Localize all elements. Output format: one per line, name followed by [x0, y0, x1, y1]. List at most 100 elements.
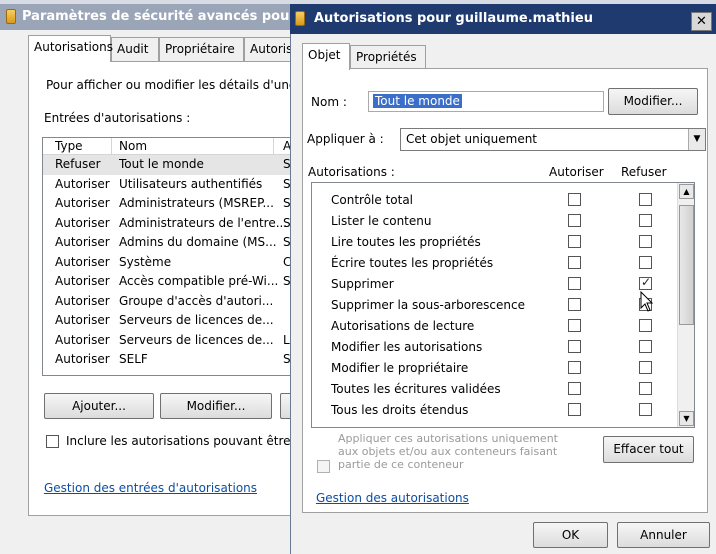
table-row[interactable]: Autoriser Accès compatible pré-Wi... S [43, 272, 320, 292]
deny-checkbox[interactable] [639, 319, 652, 332]
permission-label: Lire toutes les propriétés [331, 235, 481, 249]
permissions-dialog-titlebar[interactable]: Autorisations pour guillaume.mathieu ✕ [290, 4, 716, 34]
table-row[interactable]: Autoriser Utilisateurs authentifiés S [43, 175, 320, 195]
row-type: Autoriser [55, 274, 110, 288]
deny-checkbox[interactable] [639, 382, 652, 395]
row-type: Autoriser [55, 196, 110, 210]
advanced-security-title: Paramètres de sécurité avancés pour [22, 9, 296, 24]
tab-objet[interactable]: Objet [302, 43, 350, 70]
ok-button[interactable]: OK [533, 522, 608, 548]
tab-audit[interactable]: Audit [111, 37, 159, 61]
name-value: Tout le monde [373, 94, 462, 108]
entries-label: Entrées d'autorisations : [44, 111, 191, 125]
allow-checkbox[interactable] [568, 298, 581, 311]
allow-checkbox[interactable] [568, 193, 581, 206]
permission-label: Tous les droits étendus [331, 403, 469, 417]
row-type: Autoriser [55, 313, 110, 327]
table-row[interactable]: Autoriser Système C [43, 253, 320, 273]
folder-lock-icon [6, 9, 16, 24]
advanced-security-titlebar[interactable]: Paramètres de sécurité avancés pour [0, 4, 300, 30]
apply-only-checkbox[interactable] [317, 460, 330, 473]
permission-entries-list[interactable]: Type Nom A Refuser Tout le monde S Autorise… [42, 137, 320, 376]
allow-checkbox[interactable] [568, 256, 581, 269]
deny-checkbox[interactable] [639, 214, 652, 227]
column-name[interactable]: Nom [119, 139, 147, 153]
tab-proprietaire[interactable]: Propriétaire [159, 37, 244, 61]
row-name: Tout le monde [119, 157, 204, 171]
allow-checkbox[interactable] [568, 214, 581, 227]
permissions-list[interactable]: Contrôle total Lister le contenu Lire tout… [311, 182, 695, 428]
allow-checkbox[interactable] [568, 340, 581, 353]
table-row[interactable]: Autoriser Admins du domaine (MS... S [43, 233, 320, 253]
permission-row: Toutes les écritures validées [312, 378, 678, 399]
apply-to-select[interactable]: Cet objet uniquement ▼ [400, 128, 706, 151]
row-name: Groupe d'accès d'autori... [119, 293, 274, 308]
allow-checkbox[interactable] [568, 403, 581, 416]
row-type: Autoriser [55, 332, 110, 347]
permission-row: Supprimer [312, 273, 678, 294]
close-button[interactable]: ✕ [691, 12, 712, 31]
row-name: Système [119, 254, 172, 269]
permission-label: Lister le contenu [331, 214, 432, 228]
modify-entry-button[interactable]: Modifier... [160, 393, 272, 419]
allow-checkbox[interactable] [568, 319, 581, 332]
allow-checkbox[interactable] [568, 235, 581, 248]
table-row[interactable]: Autoriser Serveurs de licences de... [43, 311, 320, 331]
chevron-down-icon[interactable]: ▼ [688, 129, 705, 150]
row-name: Accès compatible pré-Wi... [119, 274, 279, 288]
apply-only-label: Appliquer ces autorisations uniquement a… [338, 432, 558, 471]
column-type[interactable]: Type [55, 139, 83, 153]
apply-only-line-2: aux objets et/ou aux conteneurs faisant [338, 445, 558, 458]
deny-checkbox[interactable] [639, 275, 652, 290]
modify-name-button[interactable]: Modifier... [608, 88, 698, 115]
allow-checkbox[interactable] [568, 361, 581, 374]
add-entry-button[interactable]: Ajouter... [44, 393, 154, 419]
tab-proprietes[interactable]: Propriétés [350, 45, 426, 69]
allow-checkbox[interactable] [568, 382, 581, 395]
table-row[interactable]: Autoriser Administrateurs (MSREP... S [43, 194, 320, 214]
deny-checkbox[interactable] [639, 235, 652, 248]
apply-to-value: Cet objet uniquement [406, 132, 538, 146]
tab-autorisations[interactable]: Autorisations [28, 35, 113, 62]
permission-row: Modifier les autorisations [312, 336, 678, 357]
name-field[interactable]: Tout le monde [368, 91, 604, 112]
scroll-thumb[interactable] [679, 205, 694, 325]
cancel-button[interactable]: Annuler [617, 522, 710, 548]
scroll-down-icon[interactable]: ▼ [679, 411, 694, 426]
row-type: Autoriser [55, 352, 110, 366]
permission-row: Écrire toutes les propriétés [312, 252, 678, 273]
row-name: Admins du domaine (MS... [119, 235, 277, 249]
deny-checkbox[interactable] [639, 403, 652, 416]
permission-label: Modifier les autorisations [331, 340, 483, 354]
row-name: Utilisateurs authentifiés [119, 176, 263, 191]
table-row[interactable]: Autoriser Serveurs de licences de... L [43, 331, 320, 351]
deny-checkbox[interactable] [639, 256, 652, 269]
include-inheritable-checkbox[interactable] [46, 435, 59, 448]
allow-checkbox[interactable] [568, 277, 581, 290]
allow-column-header: Autoriser [549, 165, 604, 179]
permission-row: Tous les droits étendus [312, 399, 678, 420]
permission-label: Modifier le propriétaire [331, 361, 469, 375]
permission-label: Contrôle total [331, 193, 414, 207]
permission-row: Modifier le propriétaire [312, 357, 678, 378]
row-name: Administrateurs de l'entre... [119, 215, 288, 230]
permission-label: Écrire toutes les propriétés [331, 256, 494, 270]
table-row[interactable]: Refuser Tout le monde S [43, 155, 320, 175]
row-name: Administrateurs (MSREP... [119, 196, 274, 210]
table-row[interactable]: Autoriser Groupe d'accès d'autori... [43, 292, 320, 312]
permission-label: Supprimer la sous-arborescence [331, 298, 525, 312]
deny-checkbox[interactable] [639, 361, 652, 374]
manage-permissions-link[interactable]: Gestion des autorisations [316, 491, 469, 505]
apply-to-label: Appliquer à : [307, 132, 384, 146]
deny-checkbox[interactable] [639, 340, 652, 353]
entries-rows: Refuser Tout le monde S Autoriser Utilisateu… [43, 155, 320, 370]
folder-lock-icon [295, 11, 305, 26]
table-row[interactable]: Autoriser SELF S [43, 350, 320, 370]
clear-all-button[interactable]: Effacer tout [603, 436, 694, 463]
manage-entries-link[interactable]: Gestion des entrées d'autorisations [44, 481, 257, 495]
permission-row: Lire toutes les propriétés [312, 231, 678, 252]
scroll-up-icon[interactable]: ▲ [679, 184, 694, 199]
table-row[interactable]: Autoriser Administrateurs de l'entre... S [43, 214, 320, 234]
permissions-scrollbar[interactable]: ▲ ▼ [677, 183, 694, 427]
deny-checkbox[interactable] [639, 193, 652, 206]
